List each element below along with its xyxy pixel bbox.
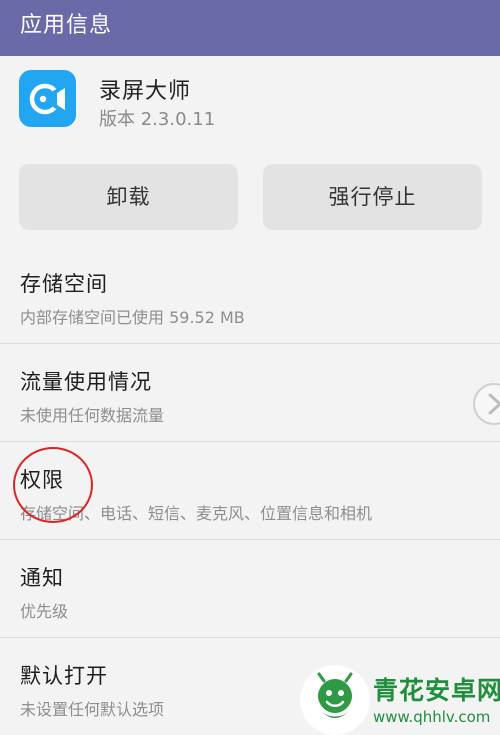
app-info-screen: 应用信息 录屏大师 版本 2.3.0.11 卸载 强行停止 存储空间 内部存储空… xyxy=(0,0,500,735)
row-label: 流量使用情况 xyxy=(20,370,152,394)
watermark: 青花安卓网 www.qhhlv.com xyxy=(300,665,500,735)
row-subtitle: 未设置任何默认选项 xyxy=(20,700,165,719)
app-version: 版本 2.3.0.11 xyxy=(99,109,216,130)
page-title: 应用信息 xyxy=(20,13,113,38)
watermark-url: www.qhhlv.com xyxy=(373,708,491,726)
row-storage[interactable]: 存储空间 内部存储空间已使用 59.52 MB xyxy=(0,246,500,344)
watermark-name: 青花安卓网 xyxy=(373,676,500,705)
row-data-usage[interactable]: 流量使用情况 未使用任何数据流量 xyxy=(0,344,500,442)
row-label: 通知 xyxy=(20,566,64,590)
force-stop-button[interactable]: 强行停止 xyxy=(263,164,482,230)
row-subtitle: 内部存储空间已使用 59.52 MB xyxy=(20,308,245,327)
row-label: 默认打开 xyxy=(20,664,108,688)
app-name: 录屏大师 xyxy=(99,79,192,104)
row-label: 存储空间 xyxy=(20,272,108,296)
screen-recorder-icon xyxy=(19,70,76,127)
chevron-right-icon[interactable] xyxy=(473,383,500,425)
row-subtitle: 未使用任何数据流量 xyxy=(20,406,165,425)
top-app-bar: 应用信息 xyxy=(0,0,500,56)
row-notifications[interactable]: 通知 优先级 xyxy=(0,540,500,638)
app-header: 录屏大师 版本 2.3.0.11 xyxy=(0,56,500,156)
uninstall-button[interactable]: 卸载 xyxy=(19,164,238,230)
row-subtitle: 优先级 xyxy=(20,602,69,621)
qinghua-logo-icon xyxy=(300,665,370,735)
red-circle-highlight xyxy=(13,447,93,523)
